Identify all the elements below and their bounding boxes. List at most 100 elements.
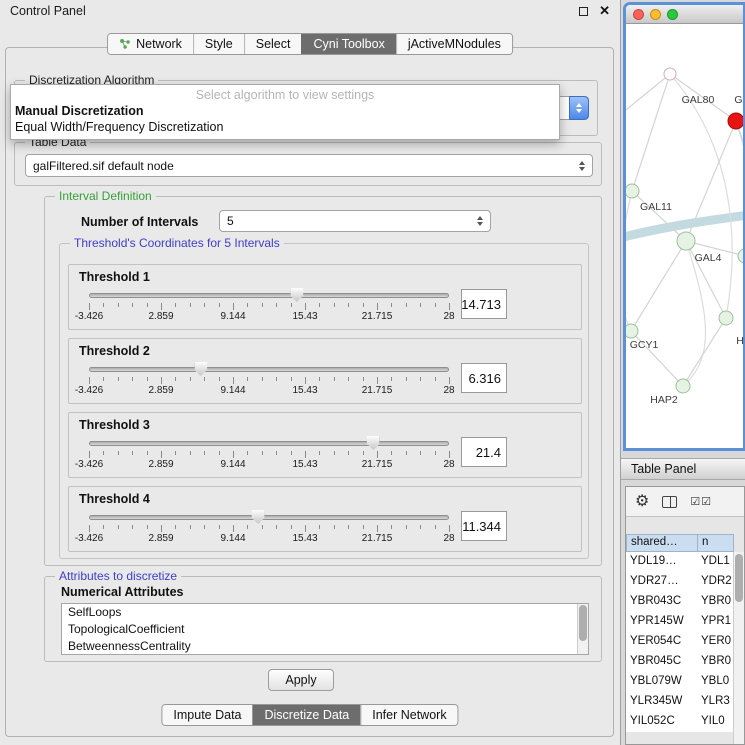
attribute-item[interactable]: BetweennessCentrality [62, 638, 588, 655]
svg-text:H: H [736, 335, 743, 347]
table-row[interactable]: YBR043CYBR0 [626, 592, 734, 612]
bottom-tab-bar: Impute DataDiscretize DataInfer Network [161, 704, 458, 726]
slider-track[interactable] [89, 515, 449, 520]
combo-stepper-icon [477, 216, 483, 226]
network-graph[interactable]: GAL80GAGAL11GAL4GCY1HHAP2 [626, 24, 743, 447]
threshold-4-value-field[interactable]: 11.344 [461, 511, 507, 541]
threshold-4-box: Threshold 4 -3.4262.8599.14415.4321.7152… [68, 486, 582, 552]
apply-button[interactable]: Apply [268, 669, 334, 691]
columns-icon[interactable] [662, 496, 677, 508]
threshold-4-label: Threshold 4 [79, 492, 573, 506]
tab-style[interactable]: Style [193, 34, 244, 54]
zoom-light-icon[interactable] [667, 9, 678, 20]
tab-select[interactable]: Select [244, 34, 302, 54]
slider-scale: -3.4262.8599.14415.4321.71528 [89, 533, 449, 544]
select-checkboxes-icon[interactable]: ☑☑ [690, 495, 712, 508]
tab-jactivemnodules[interactable]: jActiveMNodules [396, 34, 512, 54]
attributes-group-label: Attributes to discretize [55, 569, 181, 583]
table-row[interactable]: YBR045CYBR0 [626, 652, 734, 672]
algorithm-hint: Select algorithm to view settings [11, 85, 559, 103]
interval-definition-group: Interval Definition Number of Intervals … [44, 196, 602, 566]
panel-title: Control Panel [10, 4, 86, 18]
slider-scale: -3.4262.8599.14415.4321.71528 [89, 311, 449, 322]
scrollbar-thumb[interactable] [735, 554, 743, 602]
threshold-2-slider-thumb[interactable] [194, 362, 207, 376]
threshold-2-label: Threshold 2 [79, 344, 573, 358]
svg-text:GAL4: GAL4 [695, 252, 722, 264]
attribute-item[interactable]: TopologicalCoefficient [62, 621, 588, 638]
slider-track[interactable] [89, 367, 449, 372]
right-region: GAL80GAGAL11GAL4GCY1HHAP2 Table Panel ⚙ … [620, 0, 745, 745]
network-icon [119, 38, 131, 50]
num-intervals-value: 5 [227, 214, 473, 228]
tab-cyni-toolbox[interactable]: Cyni Toolbox [301, 34, 395, 54]
attributes-scrollbar[interactable] [577, 604, 588, 654]
table-row[interactable]: YLR345WYLR3 [626, 692, 734, 712]
table-row[interactable]: YBL079WYBL0 [626, 672, 734, 692]
threshold-3-box: Threshold 3 -3.4262.8599.14415.4321.7152… [68, 412, 582, 478]
table-scrollbar[interactable] [733, 552, 744, 744]
table-row[interactable]: YIL052CYIL0 [626, 712, 734, 732]
threshold-1-value-field[interactable]: 14.713 [461, 289, 507, 319]
num-intervals-label: Number of Intervals [81, 215, 198, 229]
threshold-2-slider[interactable] [89, 361, 449, 376]
svg-text:GAL11: GAL11 [640, 201, 672, 213]
thresholds-group-label: Threshold's Coordinates for 5 Intervals [70, 236, 284, 250]
thresholds-group: Threshold's Coordinates for 5 Intervals … [59, 243, 589, 559]
tab-discretize-data[interactable]: Discretize Data [253, 705, 361, 725]
slider-ticks [89, 303, 449, 311]
slider-ticks [89, 451, 449, 459]
slider-track[interactable] [89, 293, 449, 298]
scrollbar-thumb[interactable] [579, 605, 587, 641]
threshold-3-slider[interactable] [89, 435, 449, 450]
gear-icon[interactable]: ⚙ [635, 494, 649, 510]
close-light-icon[interactable] [633, 9, 644, 20]
table-panel-header: Table Panel [621, 458, 745, 480]
tab-infer-network[interactable]: Infer Network [360, 705, 457, 725]
threshold-3-value-field[interactable]: 21.4 [461, 437, 507, 467]
float-window-icon[interactable] [579, 7, 588, 16]
top-tab-bar: NetworkStyleSelectCyni ToolboxjActiveMNo… [107, 33, 513, 55]
table-data-group: Table Data galFiltered.sif default node [14, 142, 602, 186]
table-body: YDL19…YDL1YDR27…YDR2YBR043CYBR0YPR145WYP… [626, 552, 734, 732]
column-header-name[interactable]: n [698, 534, 734, 552]
table-data-value: galFiltered.sif default node [33, 159, 575, 173]
threshold-4-slider-thumb[interactable] [252, 510, 265, 524]
network-canvas[interactable]: GAL80GAGAL11GAL4GCY1HHAP2 [626, 24, 743, 447]
threshold-1-slider[interactable] [89, 287, 449, 302]
attributes-list: SelfLoopsTopologicalCoefficientBetweenne… [61, 603, 589, 655]
close-icon[interactable]: ✕ [599, 3, 610, 19]
tab-network[interactable]: Network [108, 34, 193, 54]
minimize-light-icon[interactable] [650, 9, 661, 20]
combo-stepper-icon [579, 161, 585, 171]
table-header-row: shared… n [626, 534, 734, 552]
attribute-item[interactable]: SelfLoops [62, 604, 588, 621]
combo-stepper-icon[interactable] [569, 96, 589, 120]
algorithm-option[interactable]: Equal Width/Frequency Discretization [11, 119, 559, 135]
threshold-2-value-field[interactable]: 6.316 [461, 363, 507, 393]
svg-text:GAL80: GAL80 [682, 94, 715, 106]
slider-ticks [89, 525, 449, 533]
tab-impute-data[interactable]: Impute Data [162, 705, 252, 725]
table-panel-title: Table Panel [631, 462, 696, 476]
attributes-group: Attributes to discretize Numerical Attri… [44, 576, 602, 662]
table-row[interactable]: YER054CYER0 [626, 632, 734, 652]
table-row[interactable]: YDL19…YDL1 [626, 552, 734, 572]
threshold-4-slider[interactable] [89, 509, 449, 524]
svg-text:GA: GA [734, 94, 743, 106]
num-intervals-combo[interactable]: 5 [219, 210, 491, 232]
slider-track[interactable] [89, 441, 449, 446]
threshold-3-slider-thumb[interactable] [367, 436, 380, 450]
threshold-1-box: Threshold 1 -3.4262.8599.14415.4321.7152… [68, 264, 582, 330]
table-row[interactable]: YDR27…YDR2 [626, 572, 734, 592]
algorithm-dropdown-popup: Select algorithm to view settings Manual… [10, 84, 560, 140]
table-data-combo[interactable]: galFiltered.sif default node [25, 154, 593, 177]
threshold-1-label: Threshold 1 [79, 270, 573, 284]
threshold-1-slider-thumb[interactable] [290, 288, 303, 302]
table-row[interactable]: YPR145WYPR1 [626, 612, 734, 632]
algorithm-option[interactable]: Manual Discretization [11, 103, 559, 119]
network-view-window: GAL80GAGAL11GAL4GCY1HHAP2 [623, 2, 745, 451]
column-header-shared-name[interactable]: shared… [626, 534, 698, 552]
network-window-titlebar [626, 5, 743, 24]
interval-definition-label: Interval Definition [55, 189, 156, 203]
